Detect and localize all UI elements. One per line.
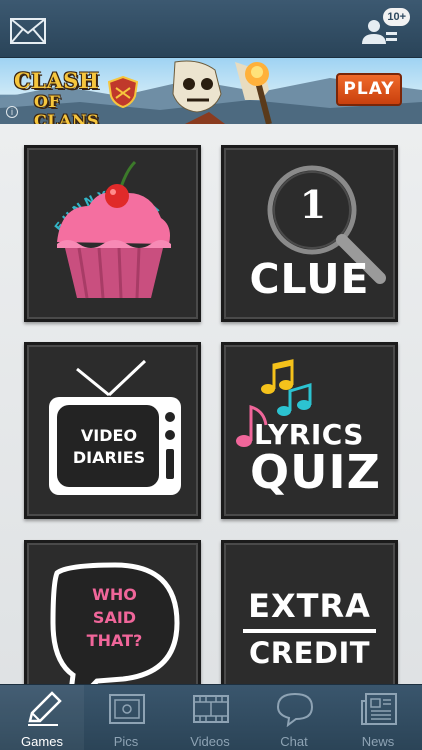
tile-extra-credit[interactable]: EXTRA CREDIT [221,540,398,684]
cupcake-icon: FUNNY QUIZ [52,160,171,299]
extra-label: EXTRA [248,587,371,625]
film-icon [193,695,229,723]
clue-number: 1 [299,182,327,227]
tab-label: Games [21,734,63,749]
top-bar: 10+ [0,0,422,58]
tab-videos[interactable]: Videos [168,685,252,750]
tab-chat[interactable]: Chat [252,685,336,750]
tile-video-diaries[interactable]: VIDEO DIARIES [24,342,201,519]
ad-title: CLASH OF CLANS [14,68,100,124]
tile-who-said-that[interactable]: WHO SAID THAT? [24,540,201,684]
ad-banner[interactable]: CLASH OF CLANS PLAY i [0,58,422,124]
quiz-label: QUIZ [250,445,381,499]
who-said-that-label: WHO SAID THAT? [86,585,143,650]
clue-label: CLUE [249,255,370,303]
credit-label: CREDIT [248,636,371,670]
video-diaries-label: VIDEO DIARIES [72,426,146,467]
ad-info-icon[interactable]: i [6,106,18,118]
divider [243,629,376,633]
tile-lyrics-quiz[interactable]: LYRICS QUIZ [221,342,398,519]
tab-bar: Games Pics Videos Chat News [0,684,422,750]
chat-bubble-icon [276,692,314,727]
tab-news[interactable]: News [336,685,420,750]
picture-icon [109,694,145,724]
friends-button[interactable]: 10+ [360,8,410,48]
tab-games[interactable]: Games [0,685,84,750]
notification-badge: 10+ [383,8,410,26]
tab-pics[interactable]: Pics [84,685,168,750]
tile-funny-quiz[interactable]: FUNNY QUIZ [24,145,201,322]
games-grid: FUNNY QUIZ 1 CLUE [0,124,422,684]
tab-label: News [361,734,395,749]
play-button[interactable]: PLAY [336,73,402,106]
pencil-icon [28,691,62,726]
tab-label: Videos [190,734,230,749]
tab-label: Pics [113,734,139,749]
tile-one-clue[interactable]: 1 CLUE [221,145,398,322]
shield-icon [108,76,138,108]
newspaper-icon [361,693,397,725]
envelope-icon[interactable] [10,18,46,44]
skeleton-art-icon [172,60,272,124]
tab-label: Chat [280,734,308,749]
